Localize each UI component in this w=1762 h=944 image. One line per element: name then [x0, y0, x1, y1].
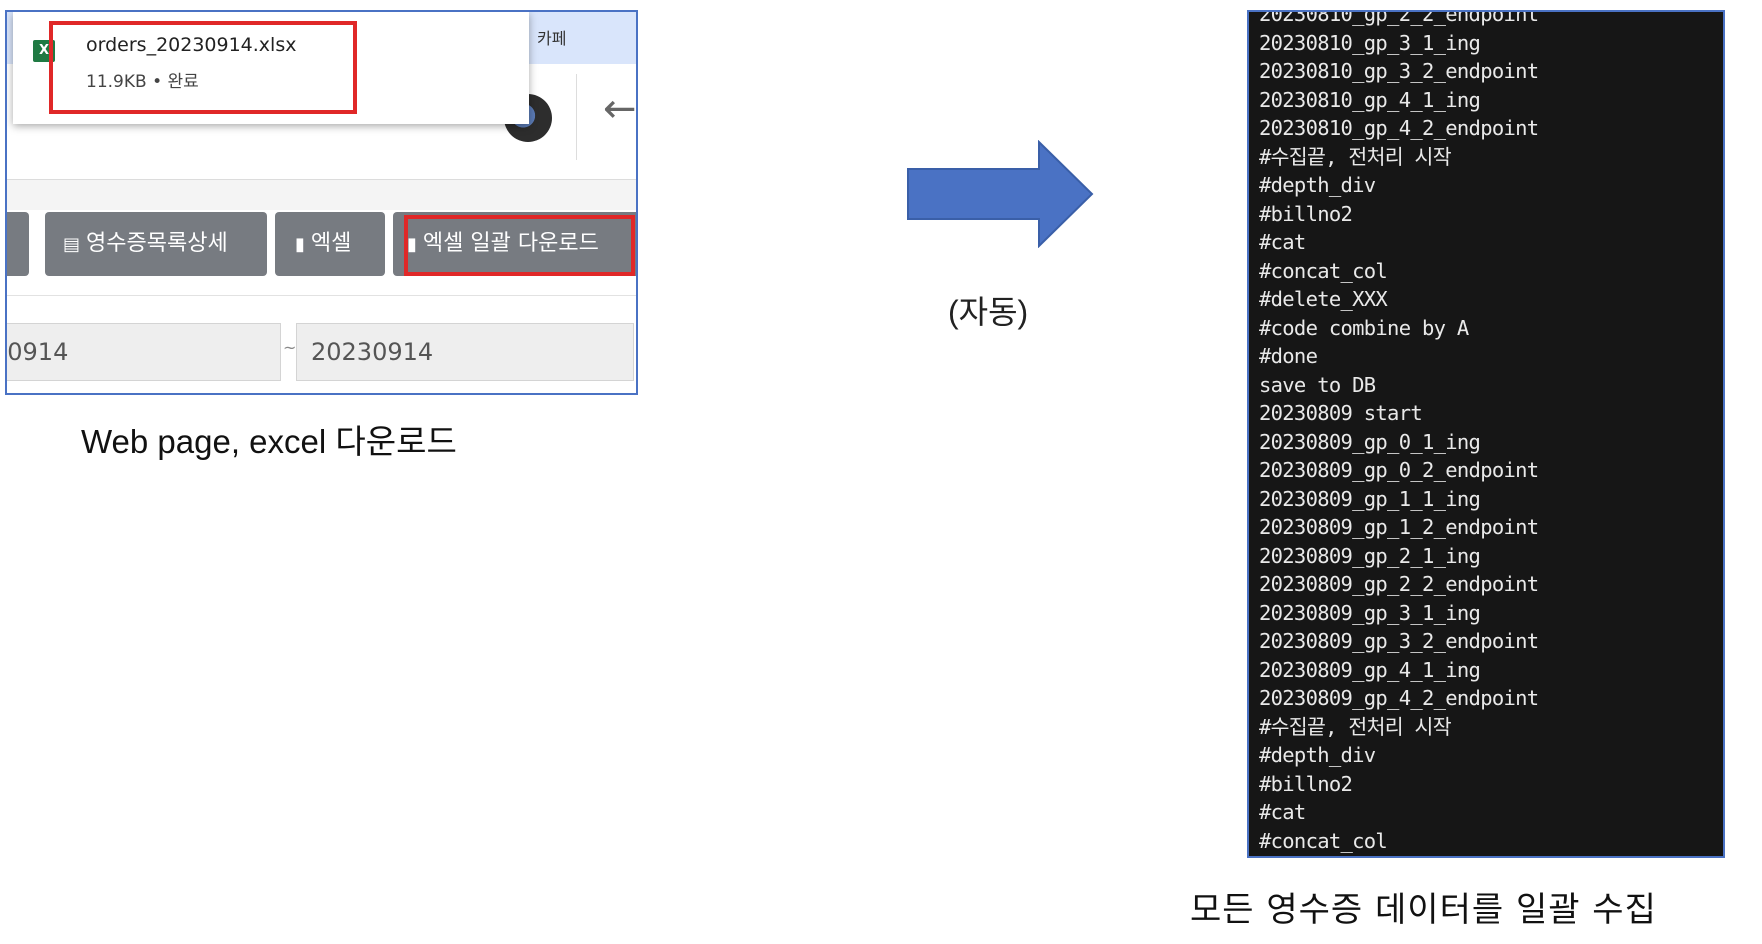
log-line: #done — [1259, 344, 1318, 368]
log-line: #cat — [1259, 800, 1306, 824]
right-arrow-icon — [907, 140, 1094, 248]
browser-screenshot: 카페 ▬▬ ← ▤영수증목록상세 ▮엑셀 ▮엑셀 일괄 다운로드 30914 ~… — [5, 10, 638, 395]
log-line: #code combine by A — [1259, 315, 1469, 340]
receipt-list-detail-button[interactable]: ▤ 영수증목록상세 — [45, 212, 267, 276]
automatic-label: (자동) — [948, 294, 1029, 330]
right-caption: 모든 영수증 데이터를 일괄 수집 — [1190, 890, 1657, 930]
tab-cafe[interactable]: 카페 — [537, 25, 566, 49]
truncated-button[interactable] — [7, 212, 29, 276]
excel-label: 엑셀 — [310, 231, 352, 256]
end-date-field[interactable]: 20230914 — [296, 323, 634, 381]
log-line: #billno2 — [1259, 201, 1353, 226]
log-line: 20230809_gp_4_1_ing — [1259, 657, 1481, 682]
log-line: 20230809_gp_0_1_ing — [1259, 429, 1481, 454]
log-line: #depth_div — [1259, 173, 1376, 197]
divider — [7, 295, 636, 296]
log-line: #depth_div — [1259, 743, 1376, 767]
date-range-separator: ~ — [283, 338, 297, 357]
log-line: 20230809_gp_0_2_endpoint — [1259, 458, 1539, 482]
left-caption: Web page, excel 다운로드 — [81, 423, 457, 460]
log-line: 20230810_gp_2_2_endpoint — [1259, 10, 1539, 26]
log-line: 20230809 start — [1259, 401, 1423, 425]
log-line: 20230809_gp_3_1_ing — [1259, 600, 1481, 625]
receipt-list-detail-label: 영수증목록상세 — [86, 231, 228, 256]
log-line: 20230809_gp_4_2_endpoint — [1259, 686, 1539, 710]
download-popup-highlight — [49, 21, 357, 114]
document-icon: ▮ — [295, 234, 305, 255]
log-line: 20230809_gp_1_2_endpoint — [1259, 515, 1539, 539]
log-line: #delete_XXX — [1259, 287, 1388, 311]
header-divider — [576, 74, 577, 160]
excel-button[interactable]: ▮ 엑셀 — [275, 212, 385, 276]
log-line: 20230809_gp_2_2_endpoint — [1259, 572, 1539, 596]
log-line: 20230810_gp_4_2_endpoint — [1259, 116, 1539, 140]
terminal-log: 20230810_gp_2_2_endpoint 20230810_gp_3_1_… — [1247, 10, 1725, 858]
bulk-download-highlight — [404, 215, 635, 276]
log-line: 20230809_gp_2_1_ing — [1259, 543, 1481, 568]
log-line: #cat — [1259, 230, 1306, 254]
toolbar-background — [7, 180, 636, 210]
log-line: 20230810_gp_3_1_ing — [1259, 30, 1481, 55]
log-line: #billno2 — [1259, 771, 1353, 796]
log-line: 20230810_gp_3_2_endpoint — [1259, 59, 1539, 83]
log-line: save to DB — [1259, 372, 1376, 397]
list-icon: ▤ — [63, 234, 81, 255]
start-date-field[interactable]: 30914 — [7, 323, 281, 381]
log-line: #concat_col — [1259, 828, 1388, 853]
log-line: #수집끝, 전처리 시작 — [1259, 714, 1452, 739]
log-line: #수집끝, 전처리 시작 — [1259, 144, 1452, 169]
log-line: 20230809_gp_1_1_ing — [1259, 486, 1481, 511]
log-line: 20230810_gp_4_1_ing — [1259, 87, 1481, 112]
log-line: 20230809_gp_3_2_endpoint — [1259, 629, 1539, 653]
log-lines: 20230810_gp_2_2_endpoint 20230810_gp_3_1_… — [1259, 10, 1539, 855]
back-arrow-icon[interactable]: ← — [603, 86, 636, 132]
log-line: #concat_col — [1259, 258, 1388, 283]
